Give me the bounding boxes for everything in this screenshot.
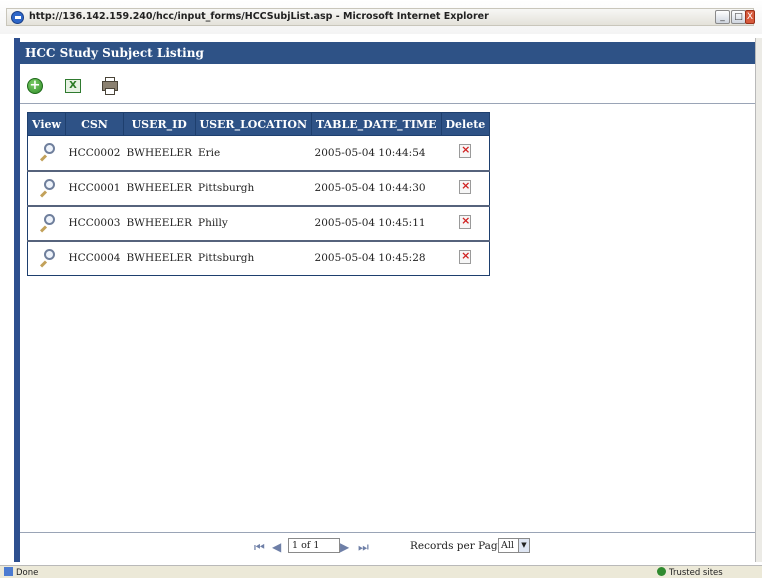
internet-explorer-icon [11,11,24,24]
user-id-cell: BWHEELER [123,170,195,207]
delete-cell[interactable] [441,135,490,172]
security-zone: Trusted sites [657,567,723,578]
view-cell[interactable] [27,170,66,207]
column-header-user-location[interactable]: USER_LOCATION [194,112,313,136]
status-left: Done [4,567,38,578]
maximize-button[interactable]: □ [731,10,746,24]
datetime-cell: 2005-05-04 10:45:11 [311,205,442,242]
csn-cell: HCC0004 [65,240,124,276]
first-page-icon[interactable]: ⏮ [254,540,265,555]
last-page-icon[interactable]: ⏭ [358,540,369,555]
magnifier-view-icon[interactable] [39,213,55,233]
magnifier-view-icon[interactable] [39,178,55,198]
add-icon: + [27,78,43,94]
page-number-input[interactable]: 1 of 1 [288,538,340,553]
print-button[interactable] [100,76,120,96]
chevron-down-icon[interactable]: ▼ [518,539,529,552]
export-excel-button[interactable]: X [63,76,83,96]
excel-icon: X [65,79,81,93]
records-per-page-label: Records per Page: [410,540,508,552]
records-per-page-select[interactable]: All ▼ [498,538,530,553]
add-subject-button[interactable]: + [25,76,45,96]
csn-cell: HCC0002 [65,135,124,172]
close-button[interactable]: X [745,10,755,24]
view-cell[interactable] [27,135,66,172]
delete-cell[interactable] [441,240,490,276]
view-cell[interactable] [27,205,66,242]
table-header-row: View CSN USER_ID USER_LOCATION TABLE_DAT… [27,112,491,136]
toolbar: + X [20,68,755,104]
csn-cell: HCC0003 [65,205,124,242]
delete-cell[interactable] [441,170,490,207]
window-titlebar: http://136.142.159.240/hcc/input_forms/H… [0,0,762,34]
delete-icon[interactable] [459,179,472,194]
column-header-view[interactable]: View [27,112,66,136]
user-id-cell: BWHEELER [123,205,195,242]
csn-cell: HCC0001 [65,170,124,207]
window-scrollbar-edge [755,38,762,562]
window-title: http://136.142.159.240/hcc/input_forms/H… [29,11,489,22]
records-per-page-value: All [501,540,514,551]
column-header-user-id[interactable]: USER_ID [122,112,196,136]
status-bar: Done Trusted sites [0,565,762,578]
table-row: HCC0003 BWHEELER Philly 2005-05-04 10:45… [27,205,490,242]
user-id-cell: BWHEELER [123,135,195,172]
minimize-button[interactable]: _ [715,10,730,24]
table-row: HCC0004 BWHEELER Pittsburgh 2005-05-04 1… [27,240,490,276]
delete-icon[interactable] [459,214,472,229]
datetime-cell: 2005-05-04 10:44:54 [311,135,442,172]
location-cell: Erie [195,135,312,172]
location-cell: Philly [195,205,312,242]
security-zone-label: Trusted sites [669,568,723,578]
delete-icon[interactable] [459,249,472,264]
delete-cell[interactable] [441,205,490,242]
page-title: HCC Study Subject Listing [20,42,755,64]
column-header-table-date-time[interactable]: TABLE_DATE_TIME [311,112,442,136]
titlebar-bar: http://136.142.159.240/hcc/input_forms/H… [6,8,755,26]
delete-icon[interactable] [459,143,472,159]
location-cell: Pittsburgh [195,240,312,276]
table-row: HCC0002 BWHEELER Erie 2005-05-04 10:44:5… [27,135,490,172]
next-page-icon[interactable]: ▶ [340,540,349,554]
datetime-cell: 2005-05-04 10:45:28 [311,240,442,276]
subject-table: View CSN USER_ID USER_LOCATION TABLE_DAT… [27,112,491,276]
page-done-icon [4,567,13,576]
column-header-csn[interactable]: CSN [65,112,124,136]
magnifier-view-icon[interactable] [39,143,55,162]
trusted-sites-icon [657,567,666,576]
previous-page-icon[interactable]: ◀ [272,540,281,554]
magnifier-view-icon[interactable] [39,248,55,268]
status-text: Done [16,568,39,578]
column-header-delete[interactable]: Delete [440,112,491,136]
user-id-cell: BWHEELER [123,240,195,276]
location-cell: Pittsburgh [195,170,312,207]
printer-icon [102,77,118,95]
pager: ⏮ ◀ 1 of 1 ▶ ⏭ Records per Page: All ▼ [20,532,755,562]
view-cell[interactable] [27,240,66,276]
datetime-cell: 2005-05-04 10:44:30 [311,170,442,207]
table-row: HCC0001 BWHEELER Pittsburgh 2005-05-04 1… [27,170,490,207]
